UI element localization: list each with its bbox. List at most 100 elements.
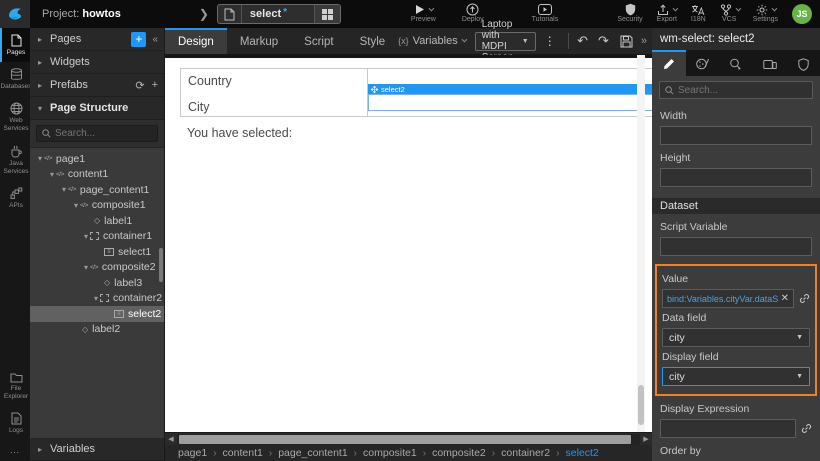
- scroll-right-icon[interactable]: ▶: [640, 435, 652, 443]
- branch-icon: [720, 4, 732, 16]
- clear-binding-icon[interactable]: ✕: [781, 293, 789, 304]
- settings-button[interactable]: Settings: [753, 3, 778, 24]
- script-variable-field[interactable]: [660, 237, 812, 256]
- save-button[interactable]: [620, 35, 633, 48]
- device-select[interactable]: Laptop with MDPI Screen ▼: [475, 32, 536, 51]
- tab-security[interactable]: [786, 50, 820, 76]
- form-region: Country City select2: [180, 68, 652, 117]
- tree-node-content1[interactable]: </>content1: [30, 167, 164, 183]
- tree-node-select1[interactable]: ≡select1: [30, 244, 164, 260]
- deploy-button[interactable]: Deploy: [462, 3, 484, 24]
- sidebar-item-java-services[interactable]: Java Services: [0, 139, 30, 181]
- redo-button[interactable]: ↷: [598, 33, 609, 49]
- export-button[interactable]: Export: [657, 3, 677, 24]
- tab-style[interactable]: Style: [347, 28, 399, 54]
- expand-right-icon[interactable]: »: [641, 35, 647, 47]
- scroll-left-icon[interactable]: ◀: [165, 435, 177, 443]
- tree-node-composite1[interactable]: </>composite1: [30, 198, 164, 214]
- breadcrumb-page1[interactable]: page1: [178, 447, 223, 459]
- breadcrumb-content1[interactable]: content1: [223, 447, 279, 459]
- breadcrumb-select2[interactable]: select2: [566, 447, 599, 459]
- tree-node-page1[interactable]: </>page1: [30, 151, 164, 167]
- sidebar-overflow-button[interactable]: ...: [0, 440, 30, 461]
- wavemaker-logo[interactable]: [0, 0, 30, 28]
- sidebar-item-databases[interactable]: Databases: [0, 62, 30, 96]
- design-canvas[interactable]: Country City select2 You have sele: [165, 55, 652, 432]
- select2-widget[interactable]: select2: [368, 84, 652, 111]
- add-page-button[interactable]: +: [131, 32, 146, 47]
- tree-scrollbar[interactable]: [159, 248, 163, 282]
- tab-script[interactable]: Script: [291, 28, 346, 54]
- security-button[interactable]: Security: [617, 3, 642, 24]
- tab-markup[interactable]: Markup: [227, 28, 291, 54]
- tab-design[interactable]: Design: [165, 28, 227, 54]
- scrollbar-thumb[interactable]: [179, 435, 631, 444]
- country-label[interactable]: Country: [188, 74, 367, 88]
- canvas-vertical-scrollbar[interactable]: [637, 55, 645, 432]
- canvas-horizontal-scrollbar[interactable]: ◀ ▶: [165, 432, 652, 445]
- breadcrumb-container2[interactable]: container2: [501, 447, 565, 459]
- collapse-panel-icon[interactable]: «: [152, 34, 158, 45]
- add-prefab-button[interactable]: +: [152, 79, 158, 91]
- section-header-pages[interactable]: Pages + «: [30, 28, 164, 51]
- preview-button[interactable]: Preview: [411, 3, 436, 24]
- variables-button[interactable]: {x} Variables: [398, 35, 465, 47]
- i18n-button[interactable]: I18N: [691, 3, 706, 24]
- display-field-select[interactable]: city ▼: [662, 367, 810, 386]
- sidebar-item-pages[interactable]: Pages: [0, 28, 30, 62]
- breadcrumb-composite1[interactable]: composite1: [363, 447, 432, 459]
- city-label[interactable]: City: [188, 100, 367, 114]
- expand-icon[interactable]: [36, 154, 44, 163]
- tree-node-container1[interactable]: container1: [30, 229, 164, 245]
- expand-icon[interactable]: [92, 294, 100, 303]
- selected-widget-badge[interactable]: select2: [368, 84, 652, 94]
- properties-search-input[interactable]: [678, 85, 807, 96]
- breadcrumb-page_content1[interactable]: page_content1: [278, 447, 363, 459]
- section-header-variables[interactable]: Variables: [30, 438, 164, 461]
- more-options-icon[interactable]: ⋮: [544, 34, 556, 48]
- tree-search[interactable]: [36, 125, 158, 142]
- tree-search-input[interactable]: [55, 128, 152, 139]
- page-grid-button[interactable]: [314, 5, 340, 23]
- sidebar-item-web-services[interactable]: Web Services: [0, 96, 30, 138]
- expand-icon[interactable]: [48, 170, 56, 179]
- tab-properties[interactable]: [652, 50, 686, 76]
- page-selector[interactable]: select *: [217, 4, 341, 24]
- sidebar-item-logs[interactable]: Logs: [0, 406, 30, 440]
- tab-events[interactable]: [719, 50, 753, 76]
- bind-link-icon[interactable]: [801, 423, 812, 434]
- sidebar-item-apis[interactable]: APIs: [0, 181, 30, 215]
- expand-icon[interactable]: [82, 263, 90, 272]
- expand-icon[interactable]: [82, 232, 90, 241]
- display-expression-field[interactable]: [660, 419, 796, 438]
- tab-styles[interactable]: [686, 50, 720, 76]
- refresh-icon[interactable]: ⟳: [135, 79, 144, 92]
- tree-node-select2-selected[interactable]: ≡select2: [30, 306, 164, 322]
- expand-icon[interactable]: [72, 201, 80, 210]
- tree-node-composite2[interactable]: </>composite2: [30, 260, 164, 276]
- user-avatar[interactable]: JS: [792, 4, 812, 24]
- undo-button[interactable]: ↶: [577, 33, 588, 49]
- section-header-prefabs[interactable]: Prefabs ⟳ +: [30, 74, 164, 97]
- select2-dropdown[interactable]: [368, 94, 652, 111]
- tab-devices[interactable]: [753, 50, 787, 76]
- section-header-page-structure[interactable]: Page Structure: [30, 97, 164, 120]
- value-binding-input[interactable]: bind:Variables.cityVar.dataSet ✕: [662, 289, 794, 308]
- tree-node-label3[interactable]: label3: [30, 275, 164, 291]
- sidebar-item-file-explorer[interactable]: File Explorer: [0, 366, 30, 406]
- expand-icon[interactable]: [60, 185, 68, 194]
- tree-node-page_content1[interactable]: </>page_content1: [30, 182, 164, 198]
- section-header-widgets[interactable]: Widgets: [30, 51, 164, 74]
- vcs-button[interactable]: VCS: [720, 3, 739, 24]
- height-field[interactable]: [660, 168, 812, 187]
- data-field-select[interactable]: city ▼: [662, 328, 810, 347]
- tree-node-container2[interactable]: container2: [30, 291, 164, 307]
- chevron-down-icon: [673, 6, 679, 12]
- bind-link-icon[interactable]: [799, 293, 810, 304]
- properties-search[interactable]: [659, 81, 813, 99]
- breadcrumb-composite2[interactable]: composite2: [432, 447, 501, 459]
- tutorials-button[interactable]: Tutorials: [532, 3, 559, 24]
- tree-node-label1[interactable]: label1: [30, 213, 164, 229]
- width-field[interactable]: [660, 126, 812, 145]
- tree-node-label2[interactable]: label2: [30, 322, 164, 338]
